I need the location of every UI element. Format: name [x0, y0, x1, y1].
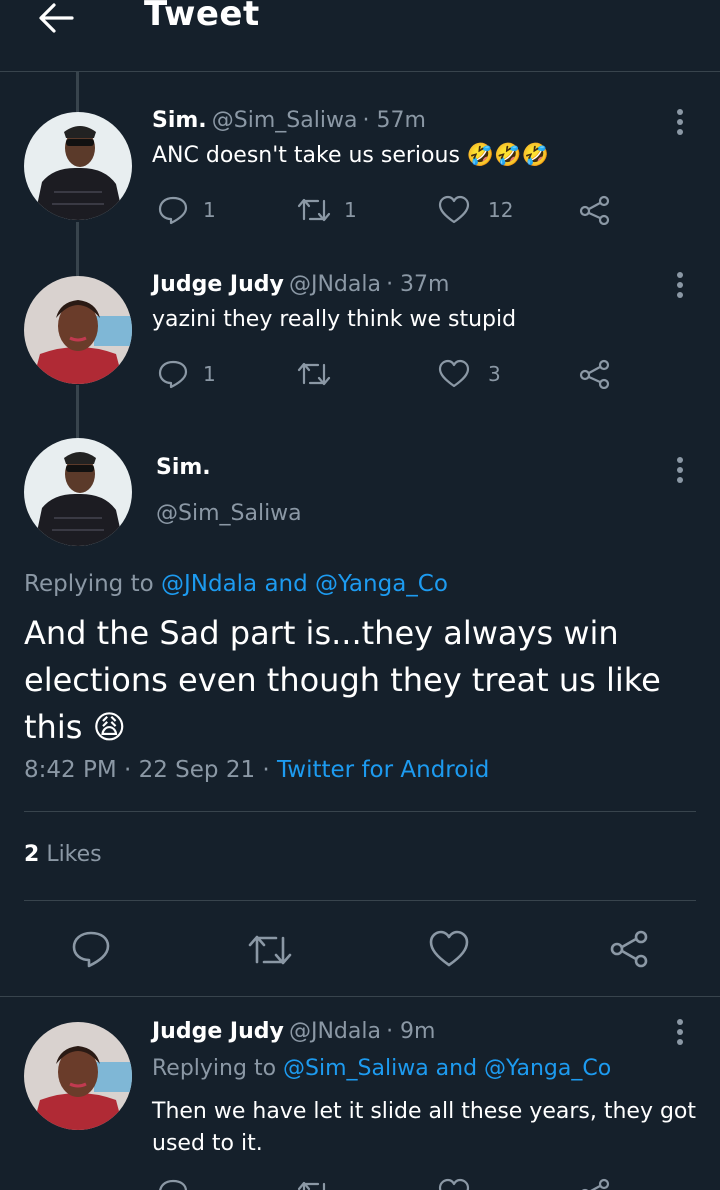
avatar[interactable] — [24, 112, 132, 220]
more-options-icon[interactable] — [675, 107, 685, 137]
reply-icon[interactable] — [71, 929, 111, 969]
like-count: 3 — [488, 362, 501, 386]
divider — [0, 996, 720, 997]
heart-icon[interactable] — [438, 1178, 470, 1190]
more-options-icon[interactable] — [675, 1017, 685, 1047]
tweet-time: · 9m — [386, 1019, 436, 1044]
replying-to-link[interactable]: @JNdala and @Yanga_Co — [161, 571, 448, 597]
more-options-icon[interactable] — [675, 455, 685, 485]
retweet-count: 1 — [344, 198, 357, 222]
replying-label: Replying to — [24, 571, 161, 597]
tweet-body: yazini they really think we stupid — [152, 307, 517, 332]
author-name[interactable]: Sim. — [152, 108, 207, 133]
share-icon — [579, 195, 610, 225]
tweet-header: Sim. @Sim_Saliwa · 57m — [152, 108, 426, 133]
like-button[interactable]: 3 — [438, 359, 501, 389]
weary-emoji: 😩 — [92, 708, 126, 746]
replying-to: Replying to @JNdala and @Yanga_Co — [24, 571, 448, 597]
share-button[interactable] — [579, 359, 611, 389]
back-arrow-icon[interactable] — [36, 0, 76, 36]
reply-count: 1 — [203, 362, 216, 386]
source-link[interactable]: Twitter for Android — [277, 757, 489, 783]
reply-icon — [158, 196, 188, 225]
tweet-body: Then we have let it slide all these year… — [152, 1099, 697, 1156]
retweet-icon — [297, 362, 331, 386]
avatar[interactable] — [24, 1022, 132, 1130]
tweet-text: ANC doesn't take us serious 🤣🤣🤣 — [152, 143, 549, 168]
share-icon[interactable] — [579, 1178, 611, 1190]
retweet-button[interactable]: 1 — [296, 195, 357, 225]
thread-line — [76, 72, 79, 112]
retweet-icon[interactable] — [296, 1178, 332, 1190]
like-button[interactable]: 12 — [438, 195, 513, 225]
author-name[interactable]: Judge Judy — [152, 272, 284, 297]
reply-button[interactable]: 1 — [157, 359, 216, 389]
divider — [24, 900, 696, 901]
author-handle[interactable]: @Sim_Saliwa — [212, 108, 358, 133]
thread-line — [76, 385, 79, 438]
tweet-time: · 57m — [362, 108, 426, 133]
author-handle[interactable]: @Sim_Saliwa — [156, 501, 302, 526]
author-handle[interactable]: @JNdala — [289, 1019, 381, 1044]
reply-count: 1 — [203, 198, 216, 222]
reply-icon[interactable] — [157, 1178, 189, 1190]
replying-to-link[interactable]: @Sim_Saliwa and @Yanga_Co — [283, 1056, 611, 1081]
top-bar: Tweet — [0, 0, 720, 72]
thread-line — [76, 222, 79, 276]
more-options-icon[interactable] — [675, 270, 685, 300]
laughing-emoji: 🤣🤣🤣 — [466, 143, 550, 168]
retweet-icon[interactable] — [246, 931, 294, 969]
tweet-body: And the Sad part is...they always win el… — [24, 610, 694, 751]
likes-stat[interactable]: 2 Likes — [24, 842, 102, 867]
reply-button[interactable]: 1 — [157, 195, 216, 225]
divider — [24, 811, 696, 812]
author-handle[interactable]: @JNdala — [289, 272, 381, 297]
author-name[interactable]: Judge Judy — [152, 1019, 284, 1044]
retweet-button[interactable] — [296, 359, 344, 389]
replying-to: Replying to @Sim_Saliwa and @Yanga_Co — [152, 1056, 611, 1081]
tweet-meta: 8:42 PM · 22 Sep 21 · Twitter for Androi… — [24, 757, 489, 783]
heart-icon — [438, 195, 470, 224]
replying-label: Replying to — [152, 1056, 284, 1081]
retweet-icon — [297, 198, 331, 222]
likes-count: 2 — [24, 842, 40, 867]
avatar[interactable] — [24, 276, 132, 384]
like-count: 12 — [488, 198, 514, 222]
reply-icon — [158, 360, 188, 389]
page-title: Tweet — [144, 0, 260, 34]
share-button[interactable] — [579, 195, 611, 225]
share-icon — [579, 359, 610, 389]
author-name[interactable]: Sim. — [156, 455, 211, 480]
timestamp: 8:42 PM · 22 Sep 21 · — [24, 757, 278, 783]
tweet-header: Judge Judy @JNdala · 9m — [152, 1019, 435, 1044]
likes-label: Likes — [46, 842, 102, 867]
tweet-body: ANC doesn't take us serious — [152, 143, 460, 168]
tweet-header: Judge Judy @JNdala · 37m — [152, 272, 449, 297]
heart-icon — [438, 359, 470, 388]
avatar[interactable] — [24, 438, 132, 546]
tweet-time: · 37m — [386, 272, 450, 297]
heart-icon[interactable] — [429, 930, 469, 968]
share-icon[interactable] — [609, 929, 649, 969]
